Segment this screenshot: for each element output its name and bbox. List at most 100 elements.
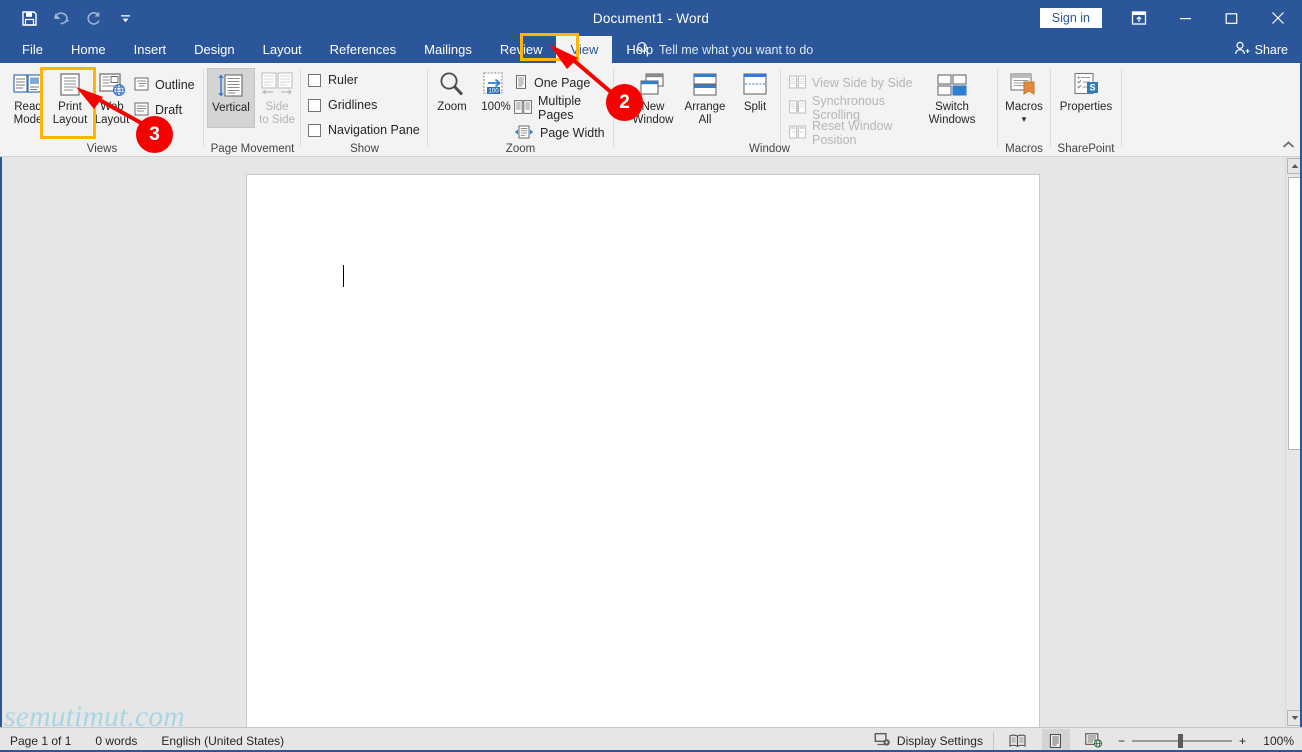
view-side-by-side-icon — [789, 75, 806, 92]
ruler-checkbox-row[interactable]: Ruler — [308, 73, 358, 87]
side-to-side-button[interactable]: Side to Side — [253, 68, 301, 128]
multiple-pages-button[interactable]: Multiple Pages — [514, 94, 613, 122]
print-layout-view-icon[interactable] — [1041, 729, 1070, 752]
tell-me-search[interactable]: Tell me what you want to do — [636, 36, 813, 63]
zoom-in-button[interactable]: + — [1239, 734, 1246, 748]
web-layout-view-icon[interactable] — [1080, 729, 1108, 752]
print-layout-icon — [57, 68, 83, 98]
draft-label: Draft — [155, 103, 183, 117]
vertical-button[interactable]: Vertical — [207, 68, 255, 128]
outline-label: Outline — [155, 78, 195, 92]
read-mode-button[interactable]: Read Mode — [4, 68, 52, 128]
tab-insert[interactable]: Insert — [120, 36, 181, 63]
zoom-out-button[interactable]: − — [1118, 734, 1125, 748]
close-icon[interactable] — [1254, 0, 1302, 36]
properties-button[interactable]: S Properties — [1051, 68, 1121, 128]
navigation-pane-checkbox-row[interactable]: Navigation Pane — [308, 123, 420, 137]
chevron-down-icon[interactable]: ▾ — [1022, 114, 1027, 124]
tab-layout[interactable]: Layout — [249, 36, 316, 63]
macros-button[interactable]: Macros ▾ — [999, 68, 1049, 128]
print-layout-line2: Layout — [52, 114, 88, 126]
site-watermark: semutimut.com — [4, 700, 185, 733]
display-settings-icon — [874, 732, 891, 750]
zoom-button[interactable]: Zoom — [428, 68, 476, 128]
tab-mailings[interactable]: Mailings — [410, 36, 486, 63]
ruler-checkbox[interactable] — [308, 73, 321, 87]
word-count[interactable]: 0 words — [95, 734, 137, 748]
language-indicator[interactable]: English (United States) — [161, 734, 284, 748]
navigation-pane-label: Navigation Pane — [328, 123, 420, 137]
group-label-window: Window — [749, 143, 790, 155]
group-label-sharepoint: SharePoint — [1057, 143, 1115, 155]
display-settings-button[interactable]: Display Settings — [874, 732, 983, 750]
macros-icon — [1009, 68, 1039, 98]
share-label: Share — [1254, 42, 1288, 57]
new-window-line2: Window — [632, 114, 674, 126]
word-application-window: Document1 - Word Sign in File Home Inser… — [0, 0, 1302, 752]
tab-file[interactable]: File — [8, 36, 57, 63]
switch-windows-button[interactable]: Switch Windows — [922, 68, 982, 128]
split-icon — [742, 68, 768, 98]
document-page[interactable] — [246, 174, 1040, 752]
arrange-all-line1: Arrange — [684, 101, 726, 113]
reset-window-position-button[interactable]: Reset Window Position — [789, 119, 922, 147]
web-layout-line1: Web — [100, 101, 124, 113]
split-label: Split — [743, 101, 767, 113]
page-indicator[interactable]: Page 1 of 1 — [10, 734, 71, 748]
switch-windows-line1: Switch — [935, 101, 969, 113]
share-button[interactable]: Share — [1234, 36, 1288, 63]
status-divider — [992, 731, 994, 750]
ribbon: Read Mode Print Layout Web Layout Outlin… — [0, 63, 1302, 199]
document-canvas[interactable] — [0, 157, 1285, 752]
text-cursor — [343, 265, 344, 287]
ribbon-group-macros: Macros ▾ Macros — [998, 63, 1051, 157]
zoom-track[interactable] — [1131, 733, 1232, 748]
customize-qat-icon[interactable] — [110, 3, 140, 33]
switch-windows-line2: Windows — [928, 114, 976, 126]
multiple-pages-icon — [514, 99, 532, 117]
view-side-by-side-label: View Side by Side — [812, 76, 913, 90]
redo-icon[interactable] — [78, 3, 108, 33]
tab-design[interactable]: Design — [180, 36, 248, 63]
page-width-button[interactable]: Page Width — [514, 123, 605, 143]
gridlines-checkbox-row[interactable]: Gridlines — [308, 98, 377, 112]
new-window-icon — [638, 68, 668, 98]
zoom-level-label[interactable]: 100% — [1256, 734, 1294, 748]
ribbon-group-zoom: Zoom 100 100% One Page Multiple Pages Pa… — [428, 63, 614, 157]
tab-review[interactable]: Review — [486, 36, 557, 63]
synchronous-scrolling-button[interactable]: Synchronous Scrolling — [789, 94, 922, 122]
web-layout-button[interactable]: Web Layout — [88, 68, 136, 128]
tab-references[interactable]: References — [316, 36, 410, 63]
split-button[interactable]: Split — [731, 68, 779, 128]
tab-home[interactable]: Home — [57, 36, 120, 63]
zoom-slider[interactable]: − + — [1118, 733, 1246, 748]
ribbon-display-options-icon[interactable] — [1116, 0, 1162, 36]
arrange-all-button[interactable]: Arrange All — [677, 68, 733, 128]
switch-windows-icon — [936, 68, 968, 98]
multiple-pages-label: Multiple Pages — [538, 94, 582, 122]
one-page-icon — [514, 74, 528, 92]
undo-icon[interactable] — [46, 3, 76, 33]
print-layout-button[interactable]: Print Layout — [46, 68, 94, 128]
view-side-by-side-button[interactable]: View Side by Side — [789, 73, 913, 93]
svg-text:S: S — [1089, 83, 1095, 93]
collapse-ribbon-icon[interactable] — [1280, 138, 1296, 152]
zoom-thumb[interactable] — [1177, 733, 1183, 748]
save-icon[interactable] — [14, 3, 44, 33]
gridlines-checkbox[interactable] — [308, 98, 321, 112]
reset-window-position-icon — [789, 125, 806, 142]
maximize-icon[interactable] — [1208, 0, 1254, 36]
read-mode-view-icon[interactable] — [1004, 729, 1032, 752]
zoom-100-button[interactable]: 100 100% — [472, 68, 520, 128]
one-page-button[interactable]: One Page — [514, 73, 590, 93]
group-label-views: Views — [86, 143, 118, 155]
tab-view[interactable]: View — [556, 36, 613, 63]
display-settings-label: Display Settings — [896, 733, 983, 748]
navigation-pane-checkbox[interactable] — [308, 123, 321, 137]
vertical-scroll-icon — [216, 69, 246, 99]
minimize-icon[interactable] — [1162, 0, 1208, 36]
gridlines-label: Gridlines — [328, 98, 378, 112]
properties-label: Properties — [1059, 101, 1113, 113]
outline-view-button[interactable]: Outline — [134, 75, 195, 95]
sign-in-button[interactable]: Sign in — [1039, 8, 1102, 28]
